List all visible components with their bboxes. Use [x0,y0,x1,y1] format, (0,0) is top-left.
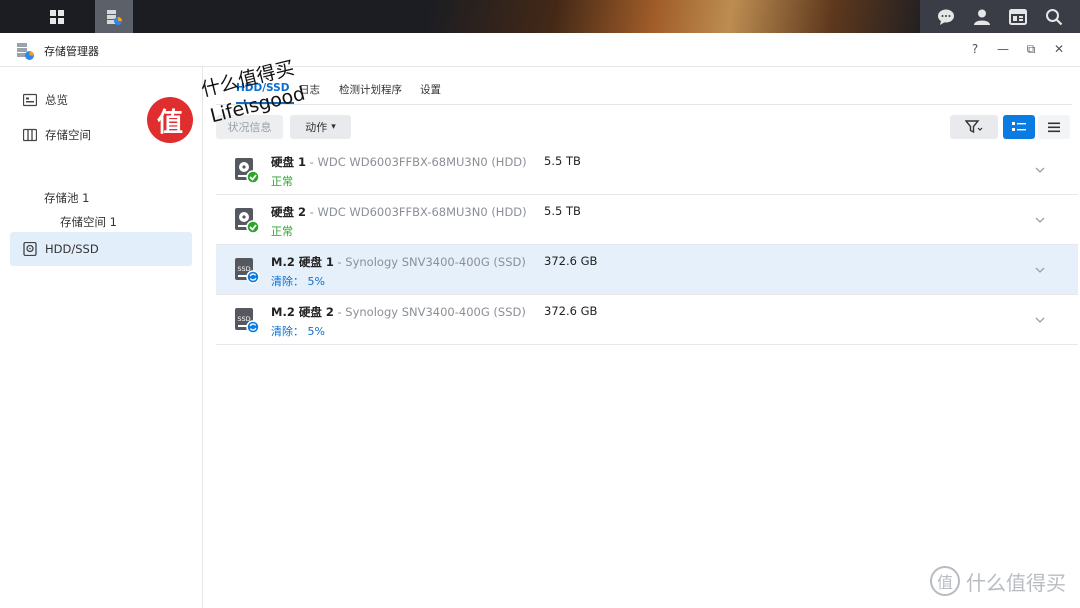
wallpaper-strip [430,0,930,33]
sidebar-item-hdd-ssd[interactable]: HDD/SSD [10,232,192,266]
hdd-healthy-icon [235,208,260,234]
search-button[interactable] [1042,5,1066,29]
storage-space-icon [23,128,37,142]
detail-view-button[interactable] [1003,115,1035,139]
disk-name: M.2 硬盘 1 - Synology SNV3400-400G (SSD) [271,254,526,270]
storage-manager-icon [107,9,122,25]
disk-size: 5.5 TB [544,204,581,218]
disk-name: 硬盘 1 - WDC WD6003FFBX-68MU3N0 (HDD) [271,154,527,170]
disk-model: - Synology SNV3400-400G (SSD) [333,305,526,319]
window-titlebar: 存储管理器 ? — ⧉ ✕ [0,33,1080,67]
list-icon [1048,122,1060,132]
disk-label: 硬盘 1 [271,155,307,169]
chevron-down-icon[interactable] [1034,214,1046,226]
disk-status: 正常 [271,175,293,188]
disk-row-m2-1[interactable]: SSD M.2 硬盘 1 - Synology SNV3400-400G (SS… [216,245,1078,295]
search-icon [1046,8,1063,25]
disk-row-1[interactable]: 硬盘 1 - WDC WD6003FFBX-68MU3N0 (HDD) 正常 5… [216,145,1078,195]
chevron-down-icon[interactable] [1034,164,1046,176]
taskbar-tray [920,0,1080,33]
disk-size: 5.5 TB [544,154,581,168]
hdd-healthy-icon [235,158,260,184]
watermark-bottom-text: 什么值得买 [966,570,1066,595]
minimize-button[interactable]: — [996,41,1010,57]
chat-icon [938,9,954,25]
restore-button[interactable]: ⧉ [1024,41,1038,57]
detail-list-icon [1012,122,1026,131]
ssd-syncing-icon: SSD [235,308,260,334]
disk-model: - WDC WD6003FFBX-68MU3N0 (HDD) [306,205,527,219]
disk-row-m2-2[interactable]: SSD M.2 硬盘 2 - Synology SNV3400-400G (SS… [216,295,1078,345]
disk-row-2[interactable]: 硬盘 2 - WDC WD6003FFBX-68MU3N0 (HDD) 正常 5… [216,195,1078,245]
taskbar-storage-manager[interactable] [95,0,133,33]
window-title: 存储管理器 [44,45,99,58]
close-button[interactable]: ✕ [1052,41,1066,57]
sidebar-item-pool-1[interactable]: 存储池 1 [44,190,89,206]
taskbar [0,0,1080,33]
sidebar-item-volume-1[interactable]: 存储空间 1 [60,214,117,230]
sidebar-item-label: 存储空间 [45,128,91,142]
disk-model: - WDC WD6003FFBX-68MU3N0 (HDD) [306,155,527,169]
filter-button[interactable] [950,115,998,139]
disk-name: 硬盘 2 - WDC WD6003FFBX-68MU3N0 (HDD) [271,204,527,220]
filter-icon [965,120,983,134]
window-controls: ? — ⧉ ✕ [968,41,1066,57]
help-button[interactable]: ? [968,41,982,57]
main-panel: HDD/SSD 日志 检测计划程序 设置 状况信息 动作 ▾ 硬盘 1 - WD… [204,67,1080,608]
toolbar: 状况信息 动作 ▾ [216,115,1072,139]
disk-label: M.2 硬盘 2 [271,305,334,319]
overview-icon [23,93,37,107]
disk-status: 正常 [271,225,293,238]
action-dropdown-button[interactable]: 动作 ▾ [290,115,351,139]
user-icon [974,9,990,25]
chevron-down-icon[interactable] [1034,264,1046,276]
watermark-bottom-right: 值 什么值得买 [930,566,1066,596]
widgets-button[interactable] [1006,5,1030,29]
sidebar-item-label: 总览 [45,93,68,107]
svg-text:SSD: SSD [237,265,250,273]
ssd-syncing-icon: SSD [235,258,260,284]
app-icon [17,43,34,60]
watermark-logo: 值 [147,97,193,143]
chevron-down-icon[interactable] [1034,314,1046,326]
main-menu-button[interactable] [38,0,76,33]
disk-label: M.2 硬盘 1 [271,255,334,269]
disk-name: M.2 硬盘 2 - Synology SNV3400-400G (SSD) [271,304,526,320]
action-label: 动作 [305,121,328,134]
svg-text:SSD: SSD [237,315,250,323]
disk-status: 清除： 5% [271,275,325,288]
disk-status: 清除： 5% [271,325,325,338]
chat-button[interactable] [934,5,958,29]
tab-test-scheduler[interactable]: 检测计划程序 [339,82,402,97]
widgets-icon [1009,8,1027,25]
hdd-icon [23,242,37,256]
disk-model: - Synology SNV3400-400G (SSD) [333,255,526,269]
disk-size: 372.6 GB [544,254,598,268]
tab-bar: HDD/SSD 日志 检测计划程序 设置 [216,67,1072,105]
list-view-button[interactable] [1038,115,1070,139]
storage-manager-window: 存储管理器 ? — ⧉ ✕ 总览 存储空间 存储池 1 存储空间 1 HDD/S… [0,33,1080,608]
tab-settings[interactable]: 设置 [420,82,441,97]
disk-size: 372.6 GB [544,304,598,318]
sidebar: 总览 存储空间 存储池 1 存储空间 1 HDD/SSD [0,67,203,608]
sidebar-item-label: HDD/SSD [45,242,99,256]
caret-down-icon: ▾ [331,122,336,132]
watermark-circle-icon: 值 [930,566,960,596]
user-button[interactable] [970,5,994,29]
main-menu-grid-icon [50,9,64,24]
disk-label: 硬盘 2 [271,205,307,219]
